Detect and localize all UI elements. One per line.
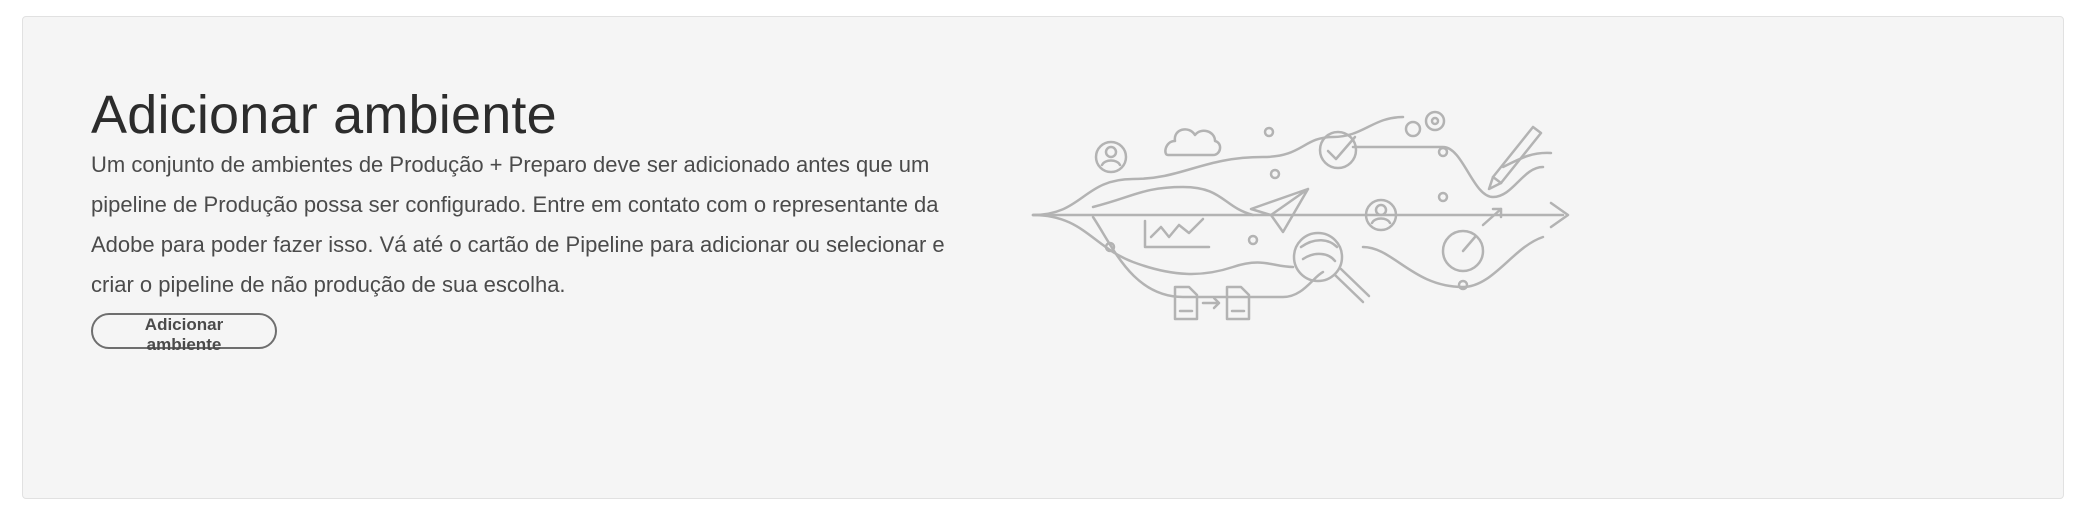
- magnifier-icon: [1292, 231, 1371, 304]
- node-dot: [1104, 241, 1116, 253]
- node-dot: [1263, 126, 1275, 138]
- node-dot: [1269, 168, 1281, 180]
- document-icon: [1225, 285, 1251, 321]
- cloud-icon: [1164, 128, 1222, 157]
- user-icon: [1094, 140, 1128, 174]
- gear-icon: [1404, 110, 1446, 138]
- pipeline-branch-right-lower: [1361, 235, 1545, 289]
- pipeline-illustration: [1031, 110, 1570, 321]
- node-dot: [1457, 279, 1469, 291]
- node-dot: [1437, 191, 1449, 203]
- speedometer-icon: [1441, 207, 1503, 273]
- add-environment-card: Adicionar ambiente Um conjunto de ambien…: [22, 16, 2064, 499]
- chart-icon: [1143, 217, 1211, 249]
- document-icon: [1173, 285, 1199, 321]
- pipeline-branch-right-upper: [1351, 145, 1545, 199]
- pipeline-branch-bottom: [1091, 215, 1325, 299]
- add-environment-button[interactable]: Adicionar ambiente: [91, 313, 277, 354]
- node-dot: [1437, 146, 1449, 158]
- card-description: Um conjunto de ambientes de Produção + P…: [91, 152, 945, 297]
- card-title: Adicionar ambiente: [91, 85, 557, 145]
- paper-plane-icon: [1249, 187, 1310, 234]
- pipeline-branch-mid-upper: [1091, 185, 1255, 217]
- node-dot: [1247, 234, 1259, 246]
- arrow-right-icon: [1201, 296, 1221, 310]
